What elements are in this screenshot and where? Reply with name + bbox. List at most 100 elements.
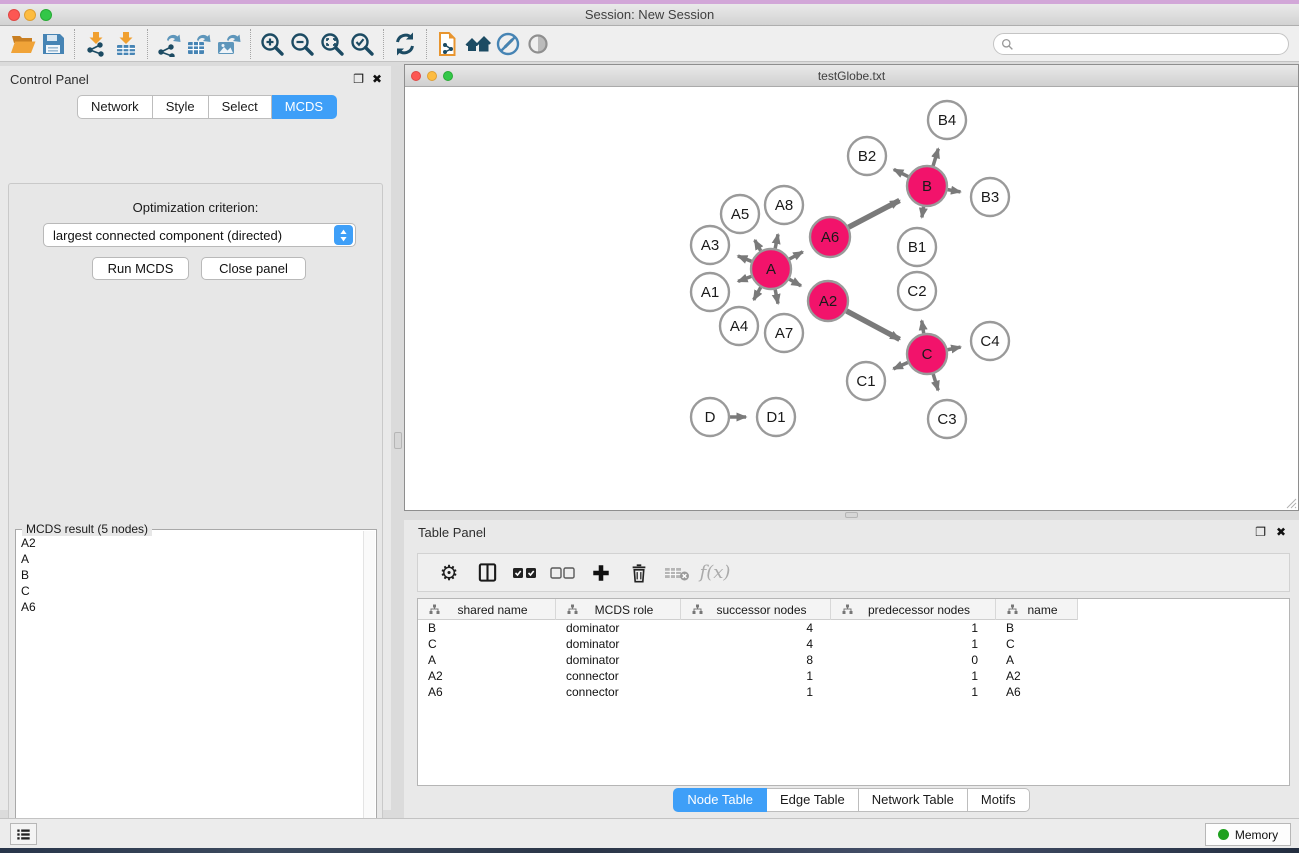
node-A4[interactable]: A4 bbox=[720, 307, 758, 345]
close-panel-button[interactable]: Close panel bbox=[201, 257, 306, 280]
edge-B-B1[interactable] bbox=[922, 207, 924, 218]
node-B[interactable]: B bbox=[907, 166, 947, 206]
export-table-icon[interactable] bbox=[184, 30, 214, 58]
show-hide-icon[interactable] bbox=[523, 30, 553, 58]
node-A2[interactable]: A2 bbox=[808, 281, 848, 321]
zoom-fit-icon[interactable] bbox=[317, 30, 347, 58]
zoom-selected-icon[interactable] bbox=[347, 30, 377, 58]
table-close-icon[interactable]: ✖ bbox=[1276, 526, 1286, 538]
memory-button[interactable]: Memory bbox=[1205, 823, 1291, 846]
edge-C-C1[interactable] bbox=[893, 362, 907, 368]
task-history-button[interactable] bbox=[10, 823, 37, 845]
new-network-file-icon[interactable] bbox=[433, 30, 463, 58]
tab-edge-table[interactable]: Edge Table bbox=[767, 788, 859, 812]
mcds-result-item[interactable]: C bbox=[21, 583, 376, 599]
import-network-icon[interactable] bbox=[81, 30, 111, 58]
search-field[interactable] bbox=[993, 33, 1289, 55]
mcds-result-item[interactable]: B bbox=[21, 567, 376, 583]
search-input[interactable] bbox=[1014, 37, 1288, 51]
edge-A6-B[interactable] bbox=[849, 200, 900, 227]
column-header-predecessor-nodes[interactable]: predecessor nodes bbox=[831, 599, 996, 620]
table-row[interactable]: A2connector11A2 bbox=[418, 668, 1289, 684]
node-B2[interactable]: B2 bbox=[848, 137, 886, 175]
node-A7[interactable]: A7 bbox=[765, 314, 803, 352]
edge-A-A8[interactable] bbox=[775, 234, 778, 248]
export-network-icon[interactable] bbox=[154, 30, 184, 58]
criterion-dropdown[interactable]: largest connected component (directed) bbox=[43, 223, 356, 247]
edge-A-A4[interactable] bbox=[754, 287, 761, 300]
edge-B-B4[interactable] bbox=[933, 149, 938, 166]
edge-A-A1[interactable] bbox=[738, 276, 751, 281]
network-canvas[interactable]: B4 B2 B B3 A5A8A6 A3 A B1 A1 C2 A4A7A2 C4 C C1 C3 D D1 bbox=[405, 87, 1298, 510]
table-row[interactable]: Adominator80A bbox=[418, 652, 1289, 668]
table-float-icon[interactable]: ❐ bbox=[1255, 526, 1266, 538]
mcds-result-item[interactable]: A6 bbox=[21, 599, 376, 615]
node-A3[interactable]: A3 bbox=[691, 226, 729, 264]
deselect-all-icon[interactable] bbox=[544, 558, 582, 588]
node-B3[interactable]: B3 bbox=[971, 178, 1009, 216]
resize-grip-icon[interactable] bbox=[1285, 497, 1297, 509]
tab-style[interactable]: Style bbox=[153, 95, 209, 119]
home-browser-icon[interactable] bbox=[463, 30, 493, 58]
table-row[interactable]: Bdominator41B bbox=[418, 620, 1289, 636]
node-A5[interactable]: A5 bbox=[721, 195, 759, 233]
node-A1[interactable]: A1 bbox=[691, 273, 729, 311]
column-header-mcds-role[interactable]: MCDS role bbox=[556, 599, 681, 620]
edge-A-A3[interactable] bbox=[738, 256, 752, 261]
column-header-shared-name[interactable]: shared name bbox=[418, 599, 556, 620]
delete-icon[interactable] bbox=[620, 558, 658, 588]
edge-C-C3[interactable] bbox=[933, 374, 938, 390]
zoom-in-icon[interactable] bbox=[257, 30, 287, 58]
node-C[interactable]: C bbox=[907, 334, 947, 374]
hide-annotations-icon[interactable] bbox=[493, 30, 523, 58]
edge-C-C2[interactable] bbox=[922, 321, 924, 334]
edge-A2-C[interactable] bbox=[847, 311, 900, 339]
tab-select[interactable]: Select bbox=[209, 95, 272, 119]
mcds-result-item[interactable]: A2 bbox=[21, 535, 376, 551]
show-columns-icon[interactable] bbox=[468, 558, 506, 588]
float-panel-icon[interactable]: ❐ bbox=[353, 73, 364, 85]
node-C1[interactable]: C1 bbox=[847, 362, 885, 400]
save-session-icon[interactable] bbox=[38, 30, 68, 58]
node-D1[interactable]: D1 bbox=[757, 398, 795, 436]
edge-C-C4[interactable] bbox=[948, 347, 961, 350]
edge-A-A7[interactable] bbox=[775, 290, 778, 304]
panel-splitter-handle[interactable] bbox=[394, 432, 402, 449]
tab-network-table[interactable]: Network Table bbox=[859, 788, 968, 812]
column-header-successor-nodes[interactable]: successor nodes bbox=[681, 599, 831, 620]
edge-A-A5[interactable] bbox=[755, 240, 761, 251]
node-A[interactable]: A bbox=[751, 249, 791, 289]
export-image-icon[interactable] bbox=[214, 30, 244, 58]
import-table-icon[interactable] bbox=[111, 30, 141, 58]
node-D[interactable]: D bbox=[691, 398, 729, 436]
refresh-icon[interactable] bbox=[390, 30, 420, 58]
settings-icon[interactable]: ⚙ bbox=[430, 558, 468, 588]
mcds-result-item[interactable]: A bbox=[21, 551, 376, 567]
tab-node-table[interactable]: Node Table bbox=[673, 788, 767, 812]
open-file-icon[interactable] bbox=[8, 30, 38, 58]
table-row[interactable]: A6connector11A6 bbox=[418, 684, 1289, 700]
close-panel-icon[interactable]: ✖ bbox=[372, 73, 382, 85]
run-mcds-button[interactable]: Run MCDS bbox=[92, 257, 189, 280]
result-scrollbar[interactable] bbox=[363, 531, 375, 853]
node-B4[interactable]: B4 bbox=[928, 101, 966, 139]
edge-B-B3[interactable] bbox=[948, 190, 961, 192]
node-C2[interactable]: C2 bbox=[898, 272, 936, 310]
zoom-out-icon[interactable] bbox=[287, 30, 317, 58]
table-splitter-handle[interactable] bbox=[845, 512, 858, 518]
edge-A-A2[interactable] bbox=[789, 279, 801, 286]
node-C3[interactable]: C3 bbox=[928, 400, 966, 438]
edge-B-B2[interactable] bbox=[894, 169, 908, 176]
column-header-name[interactable]: name bbox=[996, 599, 1078, 620]
add-icon[interactable] bbox=[582, 558, 620, 588]
select-all-icon[interactable] bbox=[506, 558, 544, 588]
node-C4[interactable]: C4 bbox=[971, 322, 1009, 360]
node-B1[interactable]: B1 bbox=[898, 228, 936, 266]
tab-motifs[interactable]: Motifs bbox=[968, 788, 1030, 812]
node-A8[interactable]: A8 bbox=[765, 186, 803, 224]
tab-network[interactable]: Network bbox=[77, 95, 153, 119]
tab-mcds[interactable]: MCDS bbox=[272, 95, 337, 119]
table-row[interactable]: Cdominator41C bbox=[418, 636, 1289, 652]
edge-A-A6[interactable] bbox=[789, 252, 802, 259]
node-A6[interactable]: A6 bbox=[810, 217, 850, 257]
